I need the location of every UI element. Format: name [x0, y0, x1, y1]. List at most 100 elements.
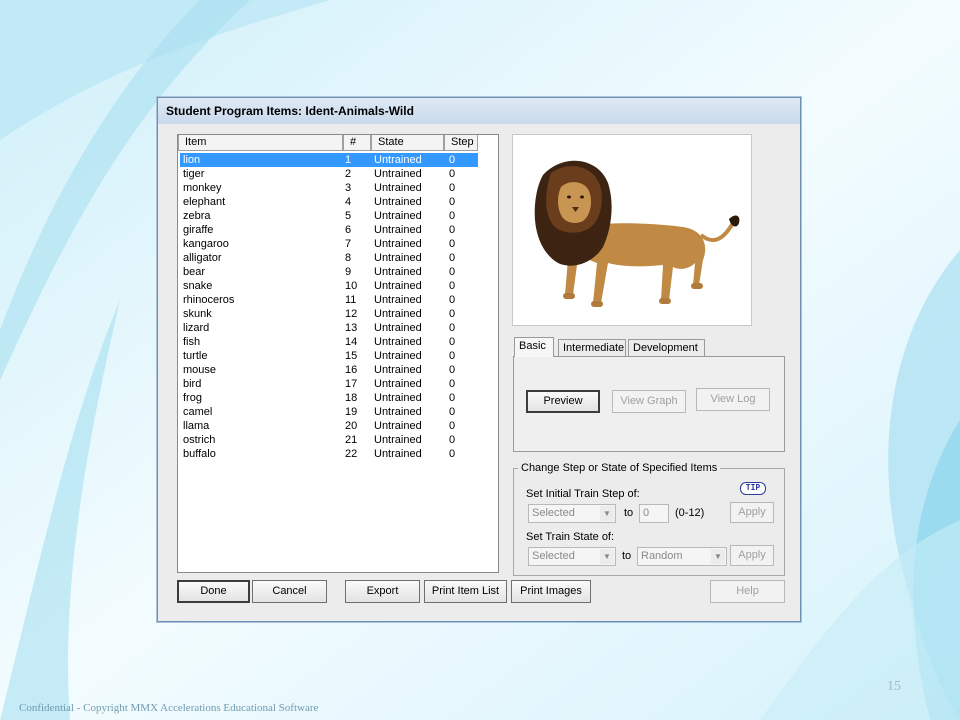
tab-basic[interactable]: Basic — [514, 337, 554, 357]
list-item[interactable]: mouse 16 Untrained 0 — [180, 363, 478, 377]
item-name: monkey — [183, 182, 222, 194]
cancel-label: Cancel — [272, 585, 307, 597]
view-log-button[interactable]: View Log — [696, 388, 770, 411]
item-name: lion — [183, 154, 201, 166]
list-item[interactable]: tiger 2 Untrained 0 — [180, 167, 478, 181]
print-item-list-label: Print Item List — [431, 585, 500, 597]
export-button[interactable]: Export — [345, 580, 420, 603]
column-header-number[interactable]: # — [343, 135, 371, 151]
step-scope-select[interactable]: Selected ▼ — [528, 504, 616, 523]
item-step: 0 — [449, 336, 456, 348]
initial-step-label: Set Initial Train Step of: — [526, 488, 640, 500]
list-item[interactable]: rhinoceros 11 Untrained 0 — [180, 293, 478, 307]
list-item[interactable]: monkey 3 Untrained 0 — [180, 181, 478, 195]
state-scope-value: Selected — [532, 550, 575, 562]
print-images-button[interactable]: Print Images — [511, 580, 591, 603]
item-step: 0 — [449, 154, 456, 166]
item-step: 0 — [449, 392, 456, 404]
apply-state-label: Apply — [738, 549, 766, 561]
print-images-label: Print Images — [520, 585, 582, 597]
item-state: Untrained — [374, 224, 422, 236]
list-item[interactable]: elephant 4 Untrained 0 — [180, 195, 478, 209]
step-value-input[interactable]: 0 — [639, 504, 669, 523]
tab-intermediate[interactable]: Intermediate — [558, 339, 626, 356]
list-item[interactable]: lion 1 Untrained 0 — [180, 153, 478, 167]
item-state: Untrained — [374, 378, 422, 390]
column-header-item[interactable]: Item — [178, 135, 343, 151]
list-item[interactable]: kangaroo 7 Untrained 0 — [180, 237, 478, 251]
state-value-select[interactable]: Random ▼ — [637, 547, 727, 566]
help-button[interactable]: Help — [710, 580, 785, 603]
state-scope-select[interactable]: Selected ▼ — [528, 547, 616, 566]
item-name: elephant — [183, 196, 226, 208]
item-step: 0 — [449, 294, 456, 306]
list-item[interactable]: lizard 13 Untrained 0 — [180, 321, 478, 335]
list-item[interactable]: bird 17 Untrained 0 — [180, 377, 478, 391]
view-log-label: View Log — [710, 393, 756, 405]
item-step: 0 — [449, 196, 456, 208]
column-header-state[interactable]: State — [371, 135, 444, 151]
apply-state-button[interactable]: Apply — [730, 545, 774, 566]
item-name: fish — [183, 336, 201, 348]
item-step: 0 — [449, 434, 456, 446]
item-step: 0 — [449, 350, 456, 362]
item-step: 0 — [449, 210, 456, 222]
preview-button[interactable]: Preview — [526, 390, 600, 413]
item-step: 0 — [449, 308, 456, 320]
item-number: 20 — [345, 420, 358, 432]
item-name: frog — [183, 392, 202, 404]
item-step: 0 — [449, 280, 456, 292]
list-item[interactable]: giraffe 6 Untrained 0 — [180, 223, 478, 237]
done-label: Done — [200, 585, 227, 597]
list-item[interactable]: zebra 5 Untrained 0 — [180, 209, 478, 223]
item-number: 6 — [345, 224, 352, 236]
lion-image — [534, 160, 740, 307]
item-number: 22 — [345, 448, 358, 460]
item-state: Untrained — [374, 210, 422, 222]
item-step: 0 — [449, 448, 456, 460]
list-header: Item # State Step — [178, 135, 478, 151]
list-item[interactable]: ostrich 21 Untrained 0 — [180, 433, 478, 447]
item-state: Untrained — [374, 280, 422, 292]
tab-development[interactable]: Development — [628, 339, 705, 356]
list-item[interactable]: skunk 12 Untrained 0 — [180, 307, 478, 321]
item-number: 13 — [345, 322, 358, 334]
item-state: Untrained — [374, 238, 422, 250]
item-step: 0 — [449, 224, 456, 236]
state-value-text: Random — [641, 550, 683, 562]
items-list[interactable]: Item # State Step lion 1 Untrained 0 tiger 2 U… — [177, 134, 499, 573]
view-graph-button[interactable]: View Graph — [612, 390, 686, 413]
item-name: buffalo — [183, 448, 216, 460]
tip-icon[interactable]: TIP — [740, 482, 766, 495]
item-number: 2 — [345, 168, 352, 180]
item-state: Untrained — [374, 322, 422, 334]
basic-tab-panel: Preview View Graph View Log — [513, 356, 785, 452]
item-state: Untrained — [374, 196, 422, 208]
item-name: ostrich — [183, 434, 216, 446]
list-item[interactable]: bear 9 Untrained 0 — [180, 265, 478, 279]
list-item[interactable]: llama 20 Untrained 0 — [180, 419, 478, 433]
print-item-list-button[interactable]: Print Item List — [424, 580, 507, 603]
list-item[interactable]: frog 18 Untrained 0 — [180, 391, 478, 405]
item-step: 0 — [449, 266, 456, 278]
list-item[interactable]: buffalo 22 Untrained 0 — [180, 447, 478, 461]
item-step: 0 — [449, 168, 456, 180]
cancel-button[interactable]: Cancel — [252, 580, 327, 603]
apply-step-button[interactable]: Apply — [730, 502, 774, 523]
done-button[interactable]: Done — [177, 580, 250, 603]
item-state: Untrained — [374, 182, 422, 194]
item-name: bird — [183, 378, 202, 390]
item-state: Untrained — [374, 294, 422, 306]
item-number: 10 — [345, 280, 358, 292]
item-name: skunk — [183, 308, 212, 320]
list-item[interactable]: camel 19 Untrained 0 — [180, 405, 478, 419]
item-number: 1 — [345, 154, 352, 166]
item-step: 0 — [449, 378, 456, 390]
list-item[interactable]: alligator 8 Untrained 0 — [180, 251, 478, 265]
list-item[interactable]: turtle 15 Untrained 0 — [180, 349, 478, 363]
list-item[interactable]: snake 10 Untrained 0 — [180, 279, 478, 293]
item-state: Untrained — [374, 154, 422, 166]
list-item[interactable]: fish 14 Untrained 0 — [180, 335, 478, 349]
item-number: 11 — [345, 294, 357, 306]
column-header-step[interactable]: Step — [444, 135, 478, 151]
